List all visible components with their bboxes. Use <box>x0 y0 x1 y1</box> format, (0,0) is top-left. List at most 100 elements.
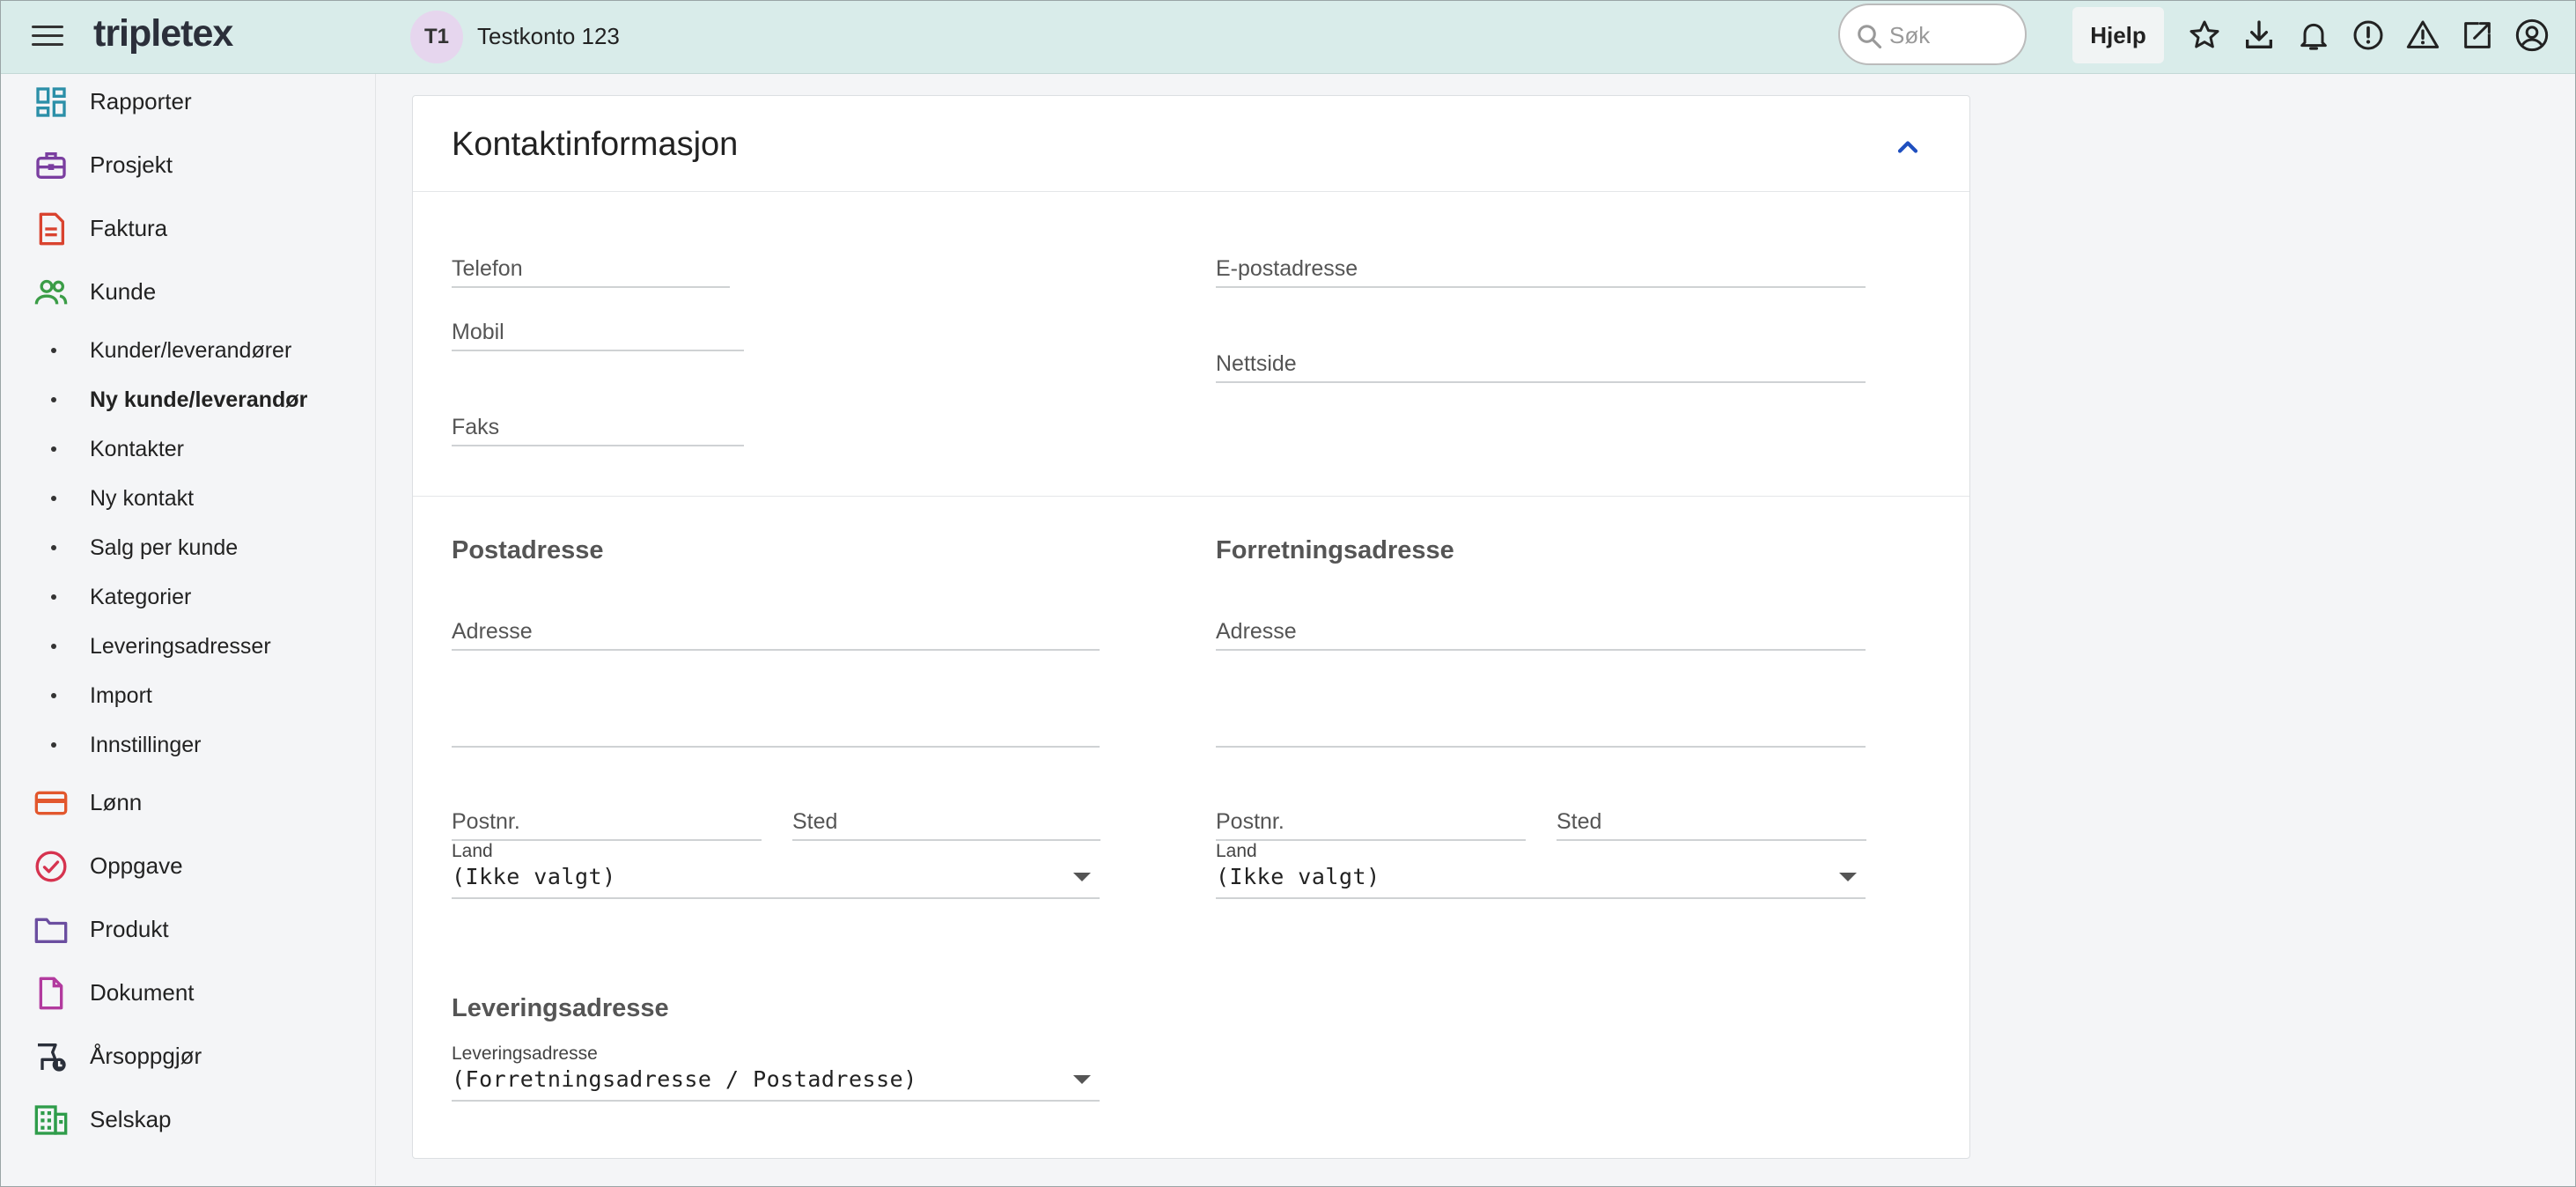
post-sted-input[interactable] <box>792 804 1104 843</box>
sidebar-subitem-innstillinger[interactable]: Innstillinger <box>0 724 375 764</box>
nettside-input[interactable] <box>1216 346 1869 385</box>
dropdown-caret-icon <box>1839 873 1857 881</box>
field-underline <box>1216 286 1866 288</box>
field-underline <box>1216 381 1866 383</box>
field-underline <box>1216 897 1866 899</box>
faks-input[interactable] <box>452 409 747 448</box>
sidebar-item-label: Faktura <box>90 215 168 241</box>
forr-adresse2-input[interactable] <box>1216 712 1869 749</box>
post-adresse2-input[interactable] <box>452 712 1103 749</box>
sidebar: Rapporter Prosjekt Faktura Kunde Kunder/… <box>0 74 376 1185</box>
sidebar-item-oppgave[interactable]: Oppgave <box>0 838 375 891</box>
user-icon[interactable] <box>2514 18 2550 53</box>
help-button[interactable]: Hjelp <box>2072 7 2164 63</box>
sidebar-item-label: Rapporter <box>90 88 192 114</box>
postadresse-title: Postadresse <box>452 536 604 564</box>
sidebar-item-dokument[interactable]: Dokument <box>0 965 375 1018</box>
forretningsadresse-title: Forretningsadresse <box>1216 536 1454 564</box>
sidebar-item-label: Selskap <box>90 1106 172 1132</box>
field-underline <box>452 1100 1100 1102</box>
star-icon[interactable] <box>2187 18 2222 53</box>
sidebar-subitem-label: Kategorier <box>90 585 192 609</box>
info-icon[interactable] <box>2351 18 2386 53</box>
dropdown-caret-icon <box>1073 1075 1091 1084</box>
sidebar-item-label: Årsoppgjør <box>90 1043 202 1069</box>
sidebar-subitem-ny-kontakt[interactable]: Ny kontakt <box>0 477 375 518</box>
menu-icon[interactable] <box>32 23 63 49</box>
account-avatar[interactable]: T1 <box>410 11 463 63</box>
mobil-field[interactable]: Mobil <box>452 314 747 353</box>
post-postnr-input[interactable] <box>452 804 765 843</box>
post-adresse2-field[interactable] <box>452 712 1103 749</box>
sidebar-subitem-salg-per-kunde[interactable]: Salg per kunde <box>0 527 375 567</box>
sidebar-subitem-leveringsadresser[interactable]: Leveringsadresser <box>0 625 375 666</box>
forr-sted-input[interactable] <box>1557 804 1870 843</box>
account-name[interactable]: Testkonto 123 <box>477 23 620 50</box>
sidebar-item-faktura[interactable]: Faktura <box>0 201 375 254</box>
search-input[interactable] <box>1888 18 2014 53</box>
telefon-field[interactable]: Telefon <box>452 251 733 290</box>
leveringsadresse-label: Leveringsadresse <box>452 1043 598 1064</box>
forr-adresse-input[interactable] <box>1216 614 1869 652</box>
sidebar-item-produkt[interactable]: Produkt <box>0 902 375 955</box>
sidebar-item-label: Prosjekt <box>90 151 173 178</box>
sidebar-subitem-kategorier[interactable]: Kategorier <box>0 576 375 616</box>
sidebar-subitem-import[interactable]: Import <box>0 675 375 715</box>
divider <box>413 191 1969 192</box>
sidebar-item-selskap[interactable]: Selskap <box>0 1092 375 1145</box>
forr-adresse2-field[interactable] <box>1216 712 1869 749</box>
forr-land-value: (Ikke valgt) <box>1216 864 1380 889</box>
forr-land-label: Land <box>1216 841 1257 861</box>
external-link-icon[interactable] <box>2460 18 2495 53</box>
sidebar-subitem-label: Kunder/leverandører <box>90 338 292 363</box>
download-icon[interactable] <box>2241 18 2277 53</box>
telefon-input[interactable] <box>452 251 733 290</box>
forr-adresse-field[interactable]: Adresse <box>1216 614 1869 652</box>
sidebar-subitem-ny-kunde-leverandor[interactable]: Ny kunde/leverandør <box>0 379 375 419</box>
mobil-input[interactable] <box>452 314 747 353</box>
forr-postnr-input[interactable] <box>1216 804 1529 843</box>
post-land-select[interactable]: Land (Ikke valgt) <box>452 841 1100 899</box>
chevron-up-icon[interactable] <box>1892 131 1924 163</box>
nettside-field[interactable]: Nettside <box>1216 346 1869 385</box>
sidebar-item-lonn[interactable]: Lønn <box>0 775 375 828</box>
field-underline <box>452 649 1100 651</box>
forr-postnr-field[interactable]: Postnr. <box>1216 804 1529 843</box>
warning-icon[interactable] <box>2405 18 2440 53</box>
folder-icon <box>34 918 68 943</box>
faks-field[interactable]: Faks <box>452 409 747 448</box>
sidebar-subitem-kontakter[interactable]: Kontakter <box>0 428 375 468</box>
sidebar-item-rapporter[interactable]: Rapporter <box>0 74 375 127</box>
sidebar-item-kunde[interactable]: Kunde <box>0 264 375 317</box>
field-underline <box>1216 746 1866 748</box>
post-adresse-input[interactable] <box>452 614 1103 652</box>
sidebar-subitem-kunder-leverandorer[interactable]: Kunder/leverandører <box>0 329 375 370</box>
search-box[interactable] <box>1838 4 2027 65</box>
sidebar-item-label: Produkt <box>90 916 169 942</box>
bell-icon[interactable] <box>2296 18 2331 53</box>
card-icon <box>34 791 68 815</box>
sidebar-subitem-label: Innstillinger <box>90 733 202 757</box>
post-sted-field[interactable]: Sted <box>792 804 1104 843</box>
forr-land-select[interactable]: Land (Ikke valgt) <box>1216 841 1866 899</box>
building-icon <box>34 1105 68 1135</box>
bullet <box>51 644 56 649</box>
app-logo[interactable]: tripletex <box>93 12 233 55</box>
forr-sted-field[interactable]: Sted <box>1557 804 1870 843</box>
dropdown-caret-icon <box>1073 873 1091 881</box>
bullet <box>51 742 56 748</box>
epost-input[interactable] <box>1216 251 1869 290</box>
post-postnr-field[interactable]: Postnr. <box>452 804 765 843</box>
field-underline <box>452 286 730 288</box>
calendar-check-icon <box>38 1043 66 1072</box>
sidebar-subitem-label: Import <box>90 683 152 708</box>
sidebar-item-arsoppgjor[interactable]: Årsoppgjør <box>0 1028 375 1081</box>
sidebar-subitem-label: Leveringsadresser <box>90 634 271 659</box>
bullet <box>51 496 56 501</box>
invoice-icon <box>39 212 65 246</box>
post-adresse-field[interactable]: Adresse <box>452 614 1103 652</box>
sidebar-item-prosjekt[interactable]: Prosjekt <box>0 137 375 190</box>
leveringsadresse-select[interactable]: Leveringsadresse (Forretningsadresse / P… <box>452 1043 1100 1102</box>
epost-field[interactable]: E-postadresse <box>1216 251 1869 290</box>
field-underline <box>1216 649 1866 651</box>
